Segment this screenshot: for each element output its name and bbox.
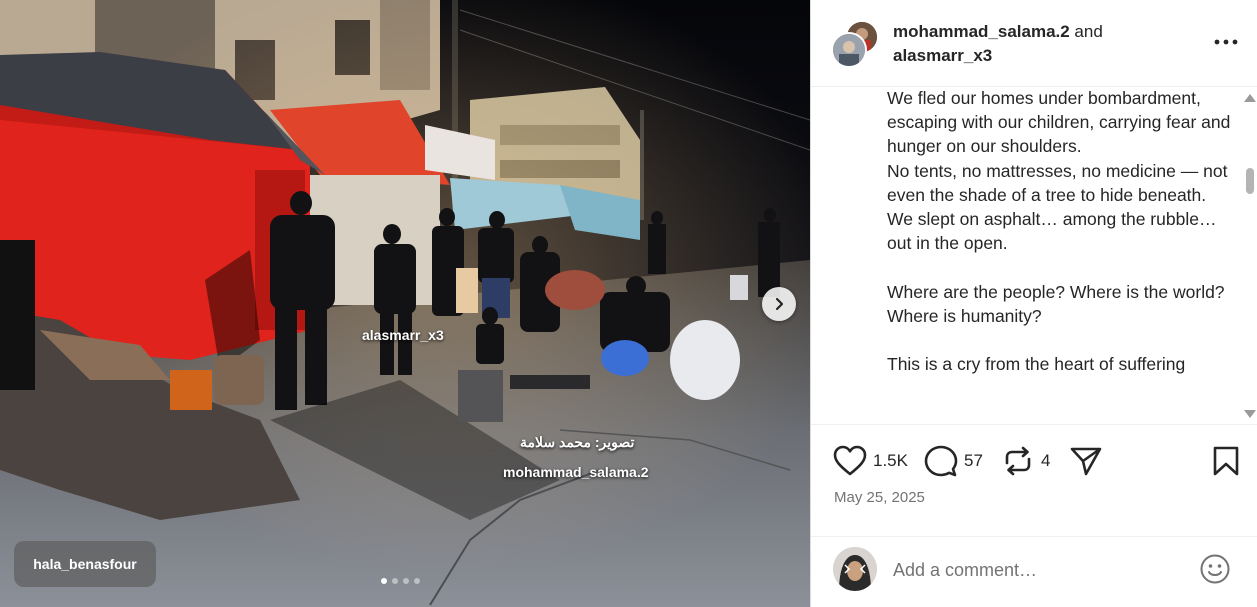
author-username[interactable]: mohammad_salama.2 xyxy=(893,22,1070,41)
post-header: mohammad_salama.2 and alasmarr_x3 xyxy=(811,0,1257,87)
comment-composer xyxy=(811,536,1257,607)
avatar[interactable] xyxy=(831,32,867,68)
collab-avatars[interactable] xyxy=(831,20,879,68)
scrollbar-thumb[interactable] xyxy=(1246,168,1254,194)
heart-icon xyxy=(833,445,867,476)
repost-button[interactable]: 4 xyxy=(1001,445,1050,477)
carousel-dot xyxy=(414,578,420,584)
carousel-dot xyxy=(392,578,398,584)
post-caption: We fled our homes under bombardment, esc… xyxy=(887,88,1231,375)
post-authors: mohammad_salama.2 and alasmarr_x3 xyxy=(893,20,1108,68)
more-options-button[interactable] xyxy=(1211,32,1241,52)
comment-button[interactable]: 57 xyxy=(924,445,983,477)
scroll-up-arrow-icon[interactable] xyxy=(1244,94,1256,102)
share-button[interactable] xyxy=(1069,445,1103,477)
more-horizontal-icon xyxy=(1214,39,1238,45)
repost-icon xyxy=(1005,446,1031,476)
carousel-next-button[interactable] xyxy=(762,287,796,321)
bottom-user-tag[interactable]: hala_benasfour xyxy=(14,541,156,587)
save-button[interactable] xyxy=(1211,445,1241,477)
authors-joiner: and xyxy=(1069,22,1108,41)
scroll-down-arrow-icon[interactable] xyxy=(1244,410,1256,418)
watermark-arabic: تصوير: محمد سلامة xyxy=(520,434,635,450)
emoji-smile-icon xyxy=(1200,554,1230,584)
like-button[interactable]: 1.5K xyxy=(833,445,908,477)
send-icon xyxy=(1070,447,1102,476)
post-date[interactable]: May 25, 2025 xyxy=(834,489,925,506)
caption-scrollbar[interactable] xyxy=(1243,92,1257,420)
comment-icon xyxy=(924,445,958,477)
carousel-dot xyxy=(381,578,387,584)
carousel-indicator xyxy=(381,578,420,584)
emoji-button[interactable] xyxy=(1199,553,1231,585)
like-count[interactable]: 1.5K xyxy=(873,451,908,471)
post-media[interactable]: alasmarr_x3 تصوير: محمد سلامة mohammad_s… xyxy=(0,0,810,607)
chevron-right-icon xyxy=(775,297,784,311)
comment-count[interactable]: 57 xyxy=(964,451,983,471)
watermark-handle: mohammad_salama.2 xyxy=(503,464,649,480)
post-side-panel: mohammad_salama.2 and alasmarr_x3 We fle… xyxy=(810,0,1257,607)
repost-count[interactable]: 4 xyxy=(1041,451,1050,471)
post-actions: 1.5K 57 4 May 25, 2025 xyxy=(811,424,1257,536)
photo-user-tag[interactable]: alasmarr_x3 xyxy=(362,327,444,343)
post-photo xyxy=(0,0,810,607)
bookmark-icon xyxy=(1213,446,1239,476)
carousel-dot xyxy=(403,578,409,584)
comment-input[interactable] xyxy=(891,553,1185,587)
avatar[interactable] xyxy=(833,547,877,591)
author-username[interactable]: alasmarr_x3 xyxy=(893,46,992,65)
